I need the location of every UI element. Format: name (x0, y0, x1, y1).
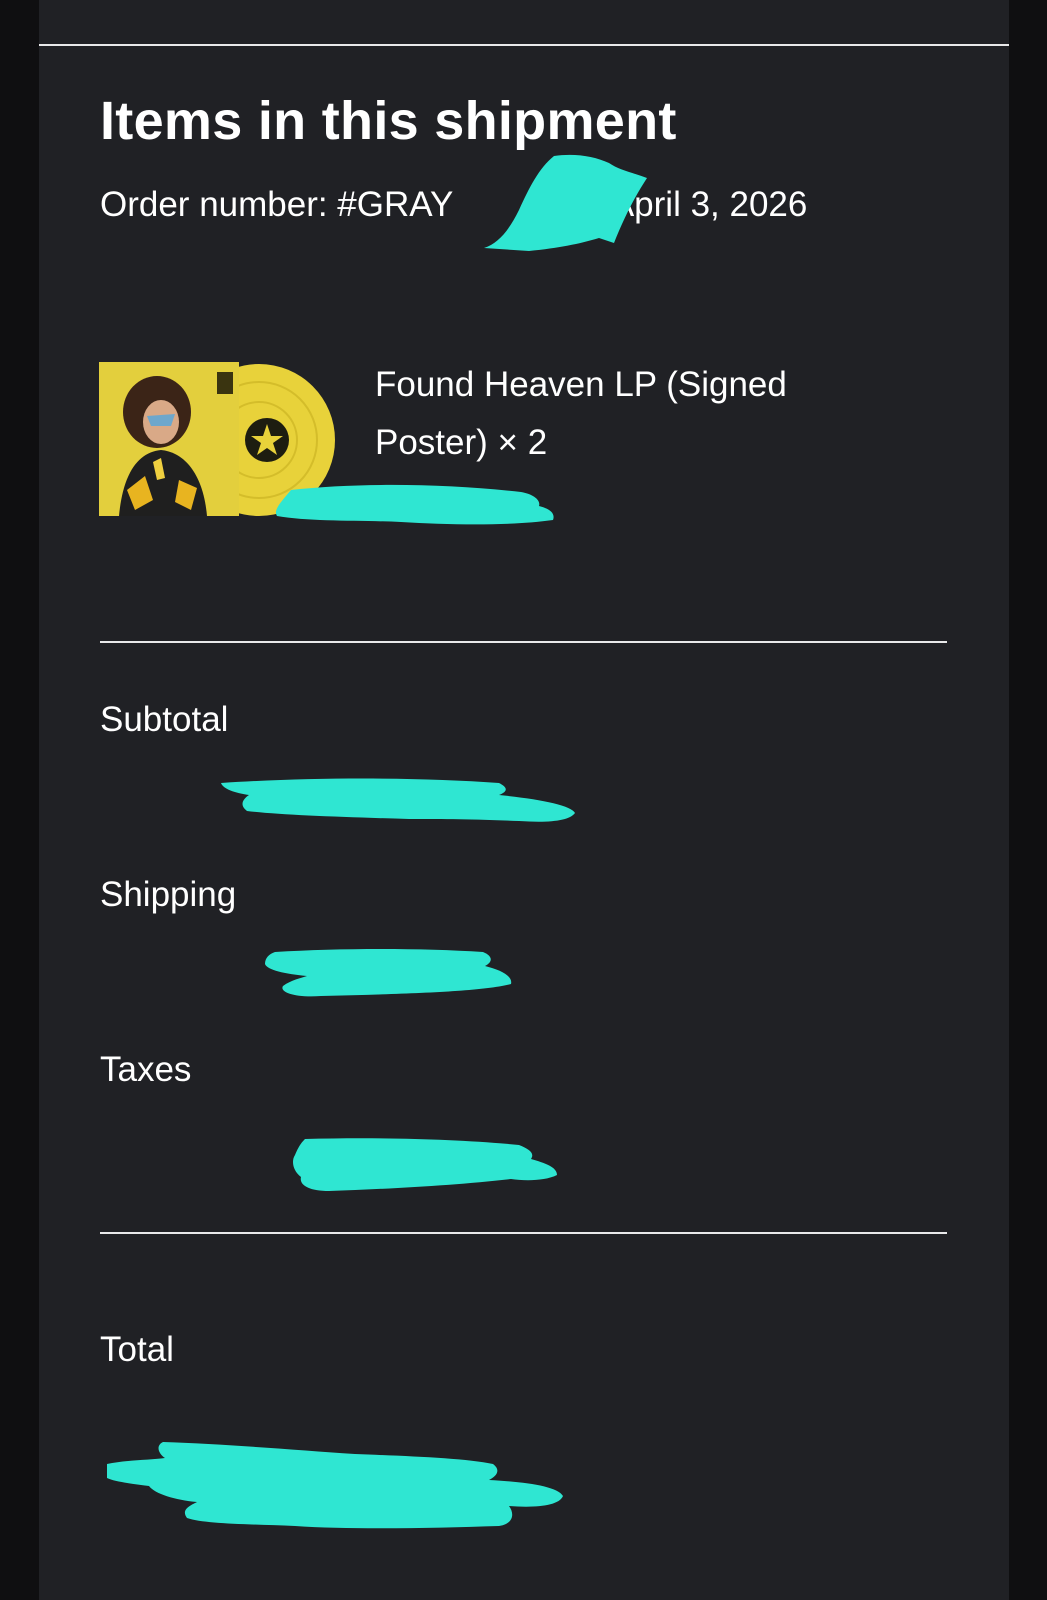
order-number-label: Order number: #GRAY (100, 185, 454, 224)
shipping-value-redaction-mark (265, 949, 512, 997)
items-divider (100, 641, 947, 643)
total-label: Total (100, 1330, 174, 1369)
subtotal-value-redaction-mark (221, 778, 575, 822)
order-date: - April 3, 2026 (591, 185, 808, 224)
product-title[interactable]: Found Heaven LP (Signed Poster) × 2 (375, 356, 895, 472)
order-number-line: Order number: #GRAY - April 3, 2026 (100, 185, 807, 225)
order-summary-panel: Items in this shipment Order number: #GR… (39, 0, 1009, 1600)
product-image (99, 362, 335, 516)
shipping-label: Shipping (100, 875, 237, 914)
totals-divider (100, 1232, 947, 1234)
page-title: Items in this shipment (100, 91, 677, 151)
top-divider (39, 44, 1009, 46)
subtotal-label: Subtotal (100, 700, 229, 739)
taxes-value-redaction-mark (293, 1138, 557, 1191)
taxes-label: Taxes (100, 1050, 192, 1089)
total-value-redaction-mark (107, 1442, 563, 1529)
